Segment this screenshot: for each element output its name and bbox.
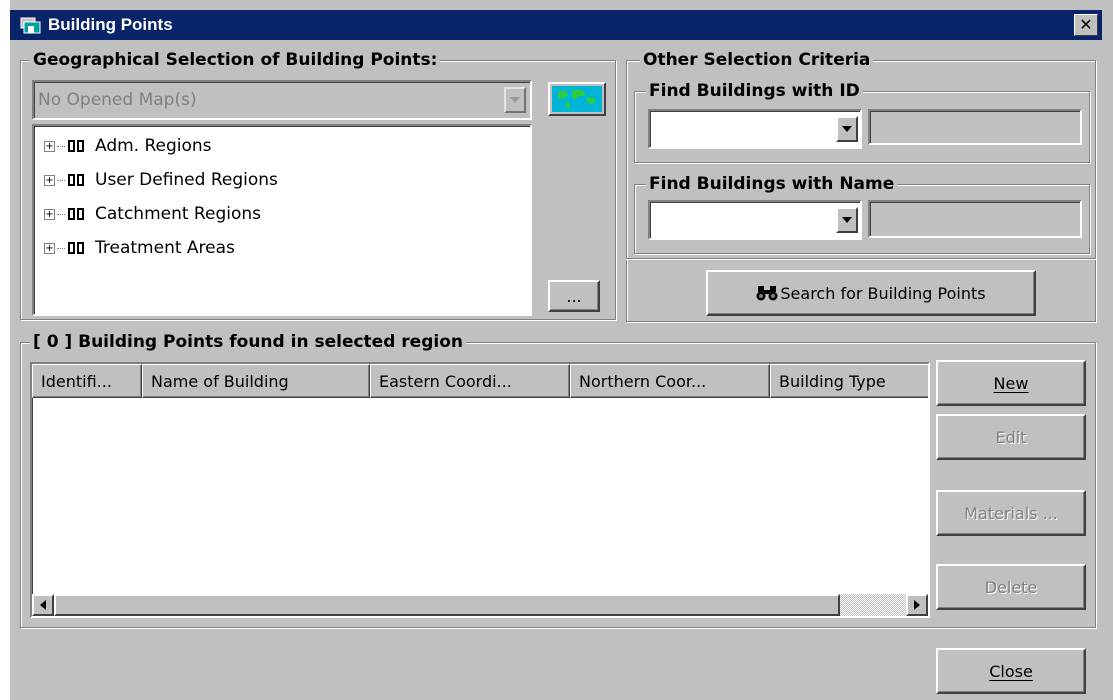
materials-button[interactable]: Materials ... (936, 490, 1086, 536)
chevron-down-icon[interactable] (504, 87, 526, 113)
book-icon (68, 208, 84, 220)
edit-button[interactable]: Edit (936, 414, 1086, 460)
edit-button-label: Edit (995, 427, 1027, 447)
name-type-select[interactable] (648, 200, 862, 240)
search-button[interactable]: Search for Building Points (706, 270, 1036, 316)
scrollbar-track[interactable] (840, 594, 906, 616)
name-legend: Find Buildings with Name (646, 174, 898, 194)
map-select-value: No Opened Map(s) (38, 90, 197, 110)
criteria-legend: Other Selection Criteria (640, 50, 874, 70)
delete-button-label: Delete (984, 577, 1038, 597)
new-button-label: New (993, 373, 1029, 393)
map-select[interactable]: No Opened Map(s) (32, 80, 532, 120)
name-input[interactable] (868, 200, 1082, 238)
close-button-label: Close (989, 661, 1033, 681)
new-button[interactable]: New (936, 360, 1086, 406)
horizontal-scrollbar[interactable] (32, 594, 928, 616)
search-button-label: Search for Building Points (780, 283, 986, 303)
materials-button-label: Materials ... (964, 503, 1058, 523)
app-icon (20, 17, 41, 34)
scroll-left-icon[interactable] (32, 594, 54, 616)
chevron-down-icon[interactable] (836, 207, 858, 233)
column-header-identifier[interactable]: Identifi... (32, 364, 142, 398)
title-bar[interactable] (10, 10, 1102, 40)
book-icon (68, 174, 84, 186)
expand-icon[interactable]: + (44, 174, 55, 186)
window-title: Building Points (48, 15, 173, 34)
expand-icon[interactable]: + (44, 140, 55, 152)
tree-item-label: User Defined Regions (95, 170, 278, 190)
tree-item-adm-regions[interactable]: + Adm. Regions (44, 132, 212, 160)
ellipsis-button[interactable]: ... (548, 280, 600, 312)
book-icon (68, 242, 84, 254)
binoculars-icon (756, 286, 778, 301)
scroll-right-icon[interactable] (906, 594, 928, 616)
id-type-select[interactable] (648, 109, 862, 149)
results-legend: [ 0 ] Building Points found in selected … (30, 332, 466, 352)
close-glyph: ✕ (1079, 15, 1093, 34)
column-header-name[interactable]: Name of Building (142, 364, 370, 398)
delete-button[interactable]: Delete (936, 564, 1086, 610)
table-header: Identifi... Name of Building Eastern Coo… (32, 364, 928, 398)
tree-item-label: Catchment Regions (95, 204, 261, 224)
tree-item-label: Treatment Areas (95, 238, 235, 258)
column-header-eastern[interactable]: Eastern Coordi... (370, 364, 570, 398)
book-icon (68, 140, 84, 152)
close-button[interactable]: Close (936, 648, 1086, 694)
tree-item-treatment-areas[interactable]: + Treatment Areas (44, 234, 235, 262)
geo-selection-legend: Geographical Selection of Building Point… (30, 50, 441, 70)
id-input[interactable] (868, 109, 1082, 145)
results-table[interactable]: Identifi... Name of Building Eastern Coo… (30, 362, 930, 618)
column-header-northern[interactable]: Northern Coor... (570, 364, 770, 398)
tree-item-user-defined-regions[interactable]: + User Defined Regions (44, 166, 278, 194)
id-legend: Find Buildings with ID (646, 81, 863, 101)
world-map-icon (552, 86, 602, 112)
ellipsis-label: ... (566, 286, 582, 306)
criteria-divider (626, 258, 1096, 260)
tree-item-label: Adm. Regions (95, 136, 212, 156)
expand-icon[interactable]: + (44, 242, 55, 254)
region-tree[interactable]: + Adm. Regions + User Defined Regions + … (32, 124, 532, 316)
tree-item-catchment-regions[interactable]: + Catchment Regions (44, 200, 261, 228)
expand-icon[interactable]: + (44, 208, 55, 220)
column-header-building-type[interactable]: Building Type (770, 364, 928, 398)
scrollbar-thumb[interactable] (54, 594, 840, 616)
chevron-down-icon[interactable] (836, 116, 858, 142)
map-button[interactable] (548, 82, 606, 116)
close-icon[interactable]: ✕ (1074, 14, 1098, 36)
